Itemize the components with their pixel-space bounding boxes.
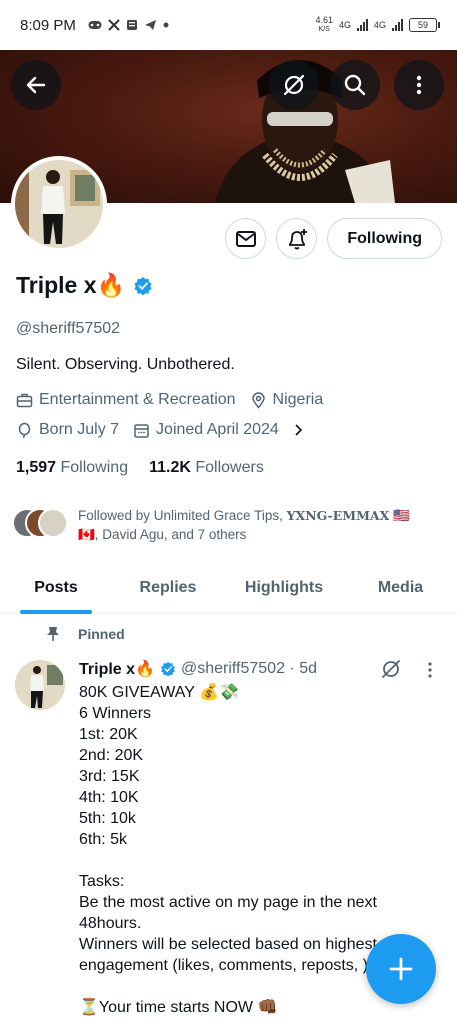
following-count: 1,597	[16, 459, 57, 476]
followed-by-text: Followed by Unlimited Grace Tips, YXNG-E…	[78, 506, 428, 544]
game-controller-icon	[88, 21, 102, 29]
tweet-grok-button[interactable]	[380, 658, 402, 685]
network-speed: 4.61 K/S	[315, 16, 333, 34]
followed-by-row[interactable]: Followed by Unlimited Grace Tips, YXNG-E…	[12, 506, 428, 544]
tab-posts[interactable]: Posts	[0, 562, 112, 613]
status-bar: 8:09 PM 4.61 K/S 4G 4G 59	[0, 0, 457, 50]
chevron-right-icon	[295, 424, 302, 436]
compose-button[interactable]	[366, 934, 436, 1004]
signal-icon	[356, 19, 368, 31]
status-time: 8:09 PM	[20, 16, 76, 34]
tweet-author[interactable]: Triple x🔥	[79, 659, 155, 679]
followers-label: Followers	[195, 459, 264, 476]
news-icon	[126, 20, 137, 30]
more-button[interactable]	[394, 60, 444, 110]
search-button[interactable]	[330, 60, 380, 110]
tweet-text: 80K GIVEAWAY 💰💸 6 Winners 1st: 20K 2nd: …	[79, 684, 377, 1016]
tab-replies[interactable]: Replies	[112, 562, 224, 613]
plus-icon	[389, 957, 413, 981]
avatar	[38, 508, 68, 538]
envelope-icon	[235, 230, 256, 247]
pin-icon	[47, 627, 59, 641]
profile-handle: @sheriff57502	[16, 320, 121, 337]
back-button[interactable]	[11, 60, 61, 110]
followed-by-prefix: Followed by Unlimited Grace Tips,	[78, 508, 287, 523]
followed-by-bold: YXNG-EMMAX	[286, 508, 390, 523]
telegram-icon	[144, 20, 156, 30]
profile-tabs: Posts Replies Highlights Media	[0, 562, 457, 614]
grok-icon	[382, 660, 400, 678]
grok-button[interactable]	[269, 60, 319, 110]
tab-media[interactable]: Media	[344, 562, 457, 613]
tweet-author-name: Triple x	[79, 661, 136, 678]
battery-level: 59	[417, 20, 428, 30]
profile-meta-row-2[interactable]: Born July 7 Joined April 2024	[16, 421, 305, 439]
battery-icon: 59	[409, 18, 440, 32]
bell-plus-icon	[288, 228, 307, 249]
x-logo-icon	[108, 19, 120, 31]
search-icon	[344, 74, 366, 96]
dot-icon	[163, 22, 169, 28]
tweet-meta: @sheriff57502 · 5d	[180, 660, 317, 677]
tweet-author-emoji: 🔥	[135, 661, 155, 678]
notification-icons	[88, 19, 169, 31]
message-button[interactable]	[225, 218, 267, 259]
following-label: Following	[60, 459, 129, 476]
profile-bio: Silent. Observing. Unbothered.	[16, 356, 235, 373]
pinned-label: Pinned	[78, 626, 125, 642]
profile-name: Triple x🔥	[16, 272, 153, 299]
network-speed-unit: K/S	[318, 26, 330, 33]
briefcase-icon	[16, 393, 33, 407]
tweet-avatar[interactable]	[15, 660, 65, 710]
signal-icon	[392, 19, 403, 31]
notify-button[interactable]	[276, 218, 318, 259]
pinned-indicator: Pinned	[46, 626, 125, 642]
profile-display-name: Triple x	[16, 272, 97, 298]
calendar-icon	[134, 423, 149, 438]
verified-badge-icon[interactable]	[133, 276, 153, 296]
sim2-label: 4G	[373, 20, 386, 30]
mutual-avatars	[12, 506, 68, 538]
arrow-left-icon	[26, 76, 46, 94]
profile-birthday: Born July 7	[39, 421, 120, 438]
tweet-header: Triple x🔥 @sheriff57502 · 5d	[79, 659, 317, 679]
location-pin-icon	[251, 391, 265, 409]
following-button[interactable]: Following	[327, 218, 442, 259]
profile-location: Nigeria	[272, 391, 324, 408]
grok-icon	[283, 74, 305, 96]
following-stat[interactable]: 1,597 Following	[16, 459, 128, 477]
profile-name-emoji: 🔥	[96, 272, 126, 298]
more-vertical-icon	[428, 662, 432, 678]
network-speed-value: 4.61	[315, 15, 333, 25]
profile-category[interactable]: Entertainment & Recreation	[39, 391, 236, 409]
profile-joined: Joined April 2024	[156, 421, 279, 438]
avatar-image	[15, 660, 65, 710]
profile-avatar[interactable]	[11, 156, 107, 252]
profile-meta-row-1: Entertainment & Recreation Nigeria	[16, 391, 323, 409]
balloon-icon	[18, 422, 31, 438]
followers-stat[interactable]: 11.2K Followers	[149, 459, 264, 477]
tweet-more-button[interactable]	[422, 660, 438, 685]
sim1-label: 4G	[338, 20, 351, 30]
verified-badge-icon	[161, 661, 175, 677]
followers-count: 11.2K	[149, 459, 191, 476]
more-vertical-icon	[416, 75, 422, 95]
avatar-image	[15, 160, 103, 248]
follow-stats: 1,597 Following 11.2K Followers	[16, 459, 264, 477]
tab-highlights[interactable]: Highlights	[224, 562, 344, 613]
